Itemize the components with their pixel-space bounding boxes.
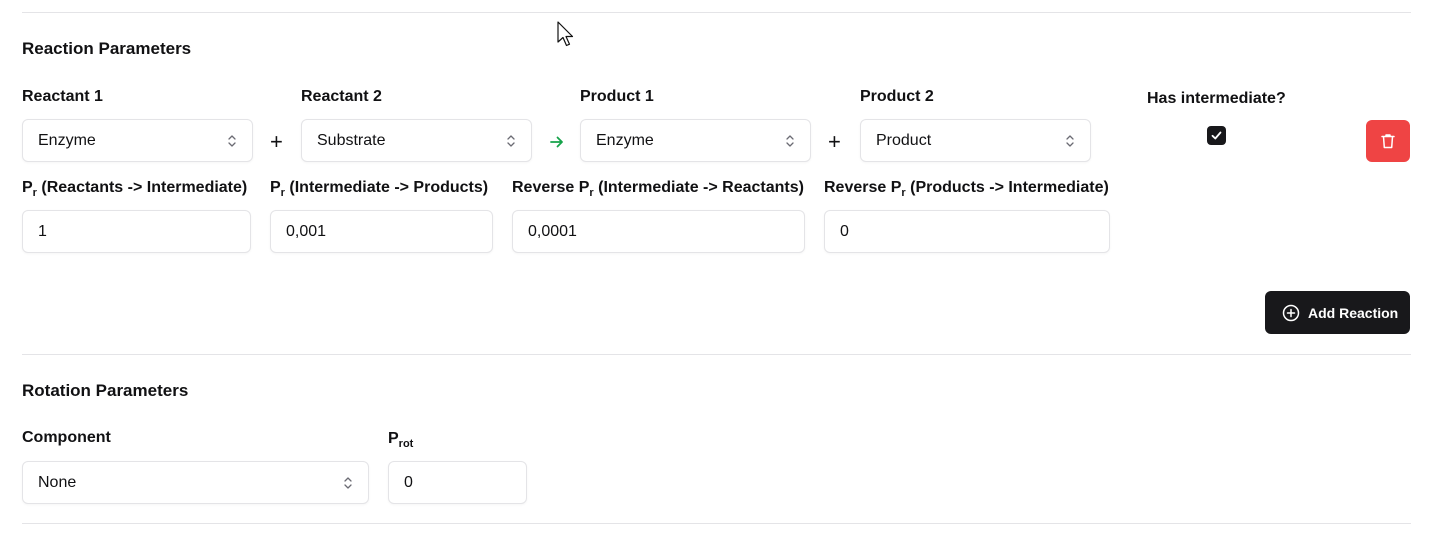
has-intermediate-checkbox[interactable] bbox=[1207, 126, 1226, 145]
has-intermediate-label: Has intermediate? bbox=[1147, 90, 1286, 107]
product-2-value: Product bbox=[876, 131, 932, 149]
reactant-1-label: Reactant 1 bbox=[22, 88, 103, 105]
add-reaction-button[interactable]: Add Reaction bbox=[1265, 291, 1410, 334]
chevrons-up-down-icon bbox=[342, 476, 354, 490]
arrow-right-icon bbox=[549, 134, 565, 155]
product-2-label: Product 2 bbox=[860, 88, 934, 105]
product-1-value: Enzyme bbox=[596, 131, 654, 149]
rate-forward-2-label: Pr (Intermediate -> Products) bbox=[270, 179, 489, 199]
rate-forward-2-input[interactable] bbox=[286, 222, 477, 241]
reactant-2-label: Reactant 2 bbox=[301, 88, 382, 105]
chevrons-up-down-icon bbox=[784, 134, 796, 148]
rate-reverse-1-label: Reverse Pr (Intermediate -> Reactants) bbox=[512, 179, 804, 199]
reactant-2-value: Substrate bbox=[317, 131, 386, 149]
delete-reaction-button[interactable] bbox=[1366, 120, 1410, 162]
rate-reverse-1-input[interactable] bbox=[528, 222, 789, 241]
chevrons-up-down-icon bbox=[226, 134, 238, 148]
product-1-select[interactable]: Enzyme bbox=[580, 119, 811, 162]
reactant-1-value: Enzyme bbox=[38, 131, 96, 149]
section-divider bbox=[22, 354, 1411, 355]
prot-field[interactable] bbox=[388, 461, 527, 504]
prot-input[interactable] bbox=[404, 473, 511, 492]
mouse-cursor-icon bbox=[557, 21, 577, 54]
component-label: Component bbox=[22, 429, 111, 446]
rate-reverse-2-field[interactable] bbox=[824, 210, 1110, 253]
chevrons-up-down-icon bbox=[505, 134, 517, 148]
trash-icon bbox=[1381, 134, 1395, 149]
rate-reverse-1-field[interactable] bbox=[512, 210, 805, 253]
top-divider bbox=[22, 12, 1411, 13]
chevrons-up-down-icon bbox=[1064, 134, 1076, 148]
rate-forward-2-field[interactable] bbox=[270, 210, 493, 253]
plus-operator-products: + bbox=[828, 129, 841, 154]
bottom-divider bbox=[22, 523, 1411, 524]
add-reaction-label: Add Reaction bbox=[1308, 304, 1399, 321]
rate-forward-1-field[interactable] bbox=[22, 210, 251, 253]
rate-reverse-2-input[interactable] bbox=[840, 222, 1094, 241]
component-select[interactable]: None bbox=[22, 461, 369, 504]
reactant-2-select[interactable]: Substrate bbox=[301, 119, 532, 162]
product-2-select[interactable]: Product bbox=[860, 119, 1091, 162]
reactant-1-select[interactable]: Enzyme bbox=[22, 119, 253, 162]
rotation-parameters-title: Rotation Parameters bbox=[22, 381, 189, 400]
rate-forward-1-label: Pr (Reactants -> Intermediate) bbox=[22, 179, 248, 199]
rate-forward-1-input[interactable] bbox=[38, 222, 235, 241]
plus-operator-reactants: + bbox=[270, 129, 283, 154]
component-value: None bbox=[38, 473, 77, 491]
check-icon bbox=[1211, 131, 1222, 140]
rate-reverse-2-label: Reverse Pr (Products -> Intermediate) bbox=[824, 179, 1109, 199]
product-1-label: Product 1 bbox=[580, 88, 654, 105]
prot-label: Prot bbox=[388, 430, 414, 450]
plus-circle-icon bbox=[1282, 304, 1300, 321]
reaction-parameters-title: Reaction Parameters bbox=[22, 39, 192, 58]
